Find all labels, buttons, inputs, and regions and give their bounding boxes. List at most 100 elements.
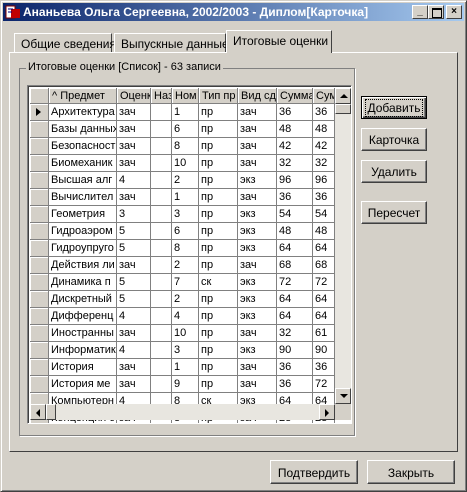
add-button[interactable]: Добавить [361, 96, 427, 119]
delete-button[interactable]: Удалить [361, 160, 427, 183]
table-cell[interactable]: 4 [117, 172, 151, 189]
table-cell[interactable]: 3 [172, 342, 199, 359]
tab-general[interactable]: Общие сведения [14, 33, 116, 53]
table-cell[interactable]: зач [117, 325, 151, 342]
table-cell[interactable]: пр [199, 138, 238, 155]
table-cell[interactable]: пр [199, 240, 238, 257]
table-cell[interactable]: 32 [277, 325, 313, 342]
column-header-kind[interactable]: Вид сд [238, 88, 277, 104]
table-row[interactable]: Архитектура зач 1 пр зач 36 36 [30, 104, 335, 121]
table-cell[interactable]: пр [199, 359, 238, 376]
column-header-number[interactable]: Ном [172, 88, 199, 104]
table-cell[interactable]: зач [117, 138, 151, 155]
table-cell[interactable] [151, 342, 172, 359]
table-cell[interactable]: 1 [172, 104, 199, 121]
table-cell[interactable]: 2 [172, 172, 199, 189]
table-cell[interactable]: Геометрия [49, 206, 117, 223]
row-indicator[interactable] [30, 206, 49, 223]
recalculate-button[interactable]: Пересчет [361, 201, 427, 224]
table-cell[interactable]: зач [238, 155, 277, 172]
column-header-type[interactable]: Тип пр [199, 88, 238, 104]
table-cell[interactable]: 3 [117, 206, 151, 223]
table-row[interactable]: Вычислител зач 1 пр зач 36 36 [30, 189, 335, 206]
table-row[interactable]: Дифференц 4 4 пр экз 64 64 [30, 308, 335, 325]
table-cell[interactable]: экз [238, 291, 277, 308]
maximize-button[interactable] [428, 5, 444, 19]
table-cell[interactable]: зач [117, 376, 151, 393]
row-indicator[interactable] [30, 121, 49, 138]
table-cell[interactable]: зач [117, 155, 151, 172]
row-indicator[interactable] [30, 308, 49, 325]
table-cell[interactable]: 2 [172, 291, 199, 308]
table-cell[interactable]: 48 [277, 223, 313, 240]
table-cell[interactable]: пр [199, 257, 238, 274]
table-cell[interactable]: 3 [172, 206, 199, 223]
table-cell[interactable]: 64 [277, 291, 313, 308]
horizontal-scrollbar[interactable] [30, 404, 335, 420]
table-cell[interactable]: 72 [313, 274, 335, 291]
confirm-button[interactable]: Подтвердить [270, 460, 358, 484]
table-cell[interactable]: зач [238, 138, 277, 155]
table-cell[interactable]: зач [238, 104, 277, 121]
table-cell[interactable]: пр [199, 325, 238, 342]
table-cell[interactable]: зач [238, 376, 277, 393]
table-cell[interactable]: 96 [313, 172, 335, 189]
table-cell[interactable]: Иностранны [49, 325, 117, 342]
table-cell[interactable]: пр [199, 206, 238, 223]
column-header-name[interactable]: Наз [151, 88, 172, 104]
table-cell[interactable] [151, 274, 172, 291]
table-cell[interactable]: зач [117, 121, 151, 138]
table-cell[interactable]: Архитектура [49, 104, 117, 121]
table-cell[interactable]: Динамика п [49, 274, 117, 291]
table-cell[interactable] [151, 240, 172, 257]
table-cell[interactable]: экз [238, 274, 277, 291]
minimize-button[interactable]: _ [412, 5, 428, 19]
title-bar[interactable]: Ананьева Ольга Сергеевна, 2002/2003 - Ди… [3, 3, 464, 21]
table-row[interactable]: Гидроаэром 5 6 пр экз 48 48 [30, 223, 335, 240]
table-cell[interactable]: пр [199, 104, 238, 121]
column-header-sum-2[interactable]: Сумм [313, 88, 335, 104]
table-cell[interactable]: 48 [313, 223, 335, 240]
table-cell[interactable]: 54 [313, 206, 335, 223]
table-cell[interactable]: 5 [117, 240, 151, 257]
column-header-sum[interactable]: Сумма [277, 88, 313, 104]
table-cell[interactable]: зач [117, 359, 151, 376]
table-cell[interactable]: пр [199, 121, 238, 138]
row-indicator[interactable] [30, 257, 49, 274]
table-cell[interactable] [151, 121, 172, 138]
table-cell[interactable]: 42 [313, 138, 335, 155]
table-row[interactable]: Базы данных зач 6 пр зач 48 48 [30, 121, 335, 138]
row-indicator[interactable] [30, 155, 49, 172]
table-cell[interactable]: экз [238, 223, 277, 240]
hscroll-thumb[interactable] [46, 404, 56, 420]
table-cell[interactable]: зач [117, 257, 151, 274]
row-indicator[interactable] [30, 172, 49, 189]
table-cell[interactable] [151, 308, 172, 325]
table-cell[interactable]: 72 [313, 376, 335, 393]
table-cell[interactable]: Высшая алг [49, 172, 117, 189]
table-cell[interactable] [151, 138, 172, 155]
table-cell[interactable]: 6 [172, 223, 199, 240]
table-cell[interactable]: зач [238, 359, 277, 376]
table-cell[interactable]: 36 [313, 359, 335, 376]
table-cell[interactable]: Информатик [49, 342, 117, 359]
table-cell[interactable]: 5 [117, 291, 151, 308]
table-cell[interactable]: 10 [172, 155, 199, 172]
table-cell[interactable]: экз [238, 240, 277, 257]
table-cell[interactable]: Биомеханик [49, 155, 117, 172]
vertical-scrollbar[interactable] [335, 88, 351, 404]
table-cell[interactable]: зач [238, 189, 277, 206]
table-cell[interactable]: 36 [277, 189, 313, 206]
table-row[interactable]: Информатик 4 3 пр экз 90 90 [30, 342, 335, 359]
table-cell[interactable]: История ме [49, 376, 117, 393]
table-cell[interactable]: пр [199, 155, 238, 172]
table-cell[interactable]: 4 [117, 308, 151, 325]
table-cell[interactable]: Вычислител [49, 189, 117, 206]
table-cell[interactable]: Базы данных [49, 121, 117, 138]
row-indicator[interactable] [30, 104, 49, 121]
table-cell[interactable]: 64 [277, 308, 313, 325]
table-cell[interactable]: 96 [277, 172, 313, 189]
scroll-down-button[interactable] [335, 388, 351, 404]
table-cell[interactable]: 48 [313, 121, 335, 138]
scroll-up-button[interactable] [335, 88, 351, 104]
